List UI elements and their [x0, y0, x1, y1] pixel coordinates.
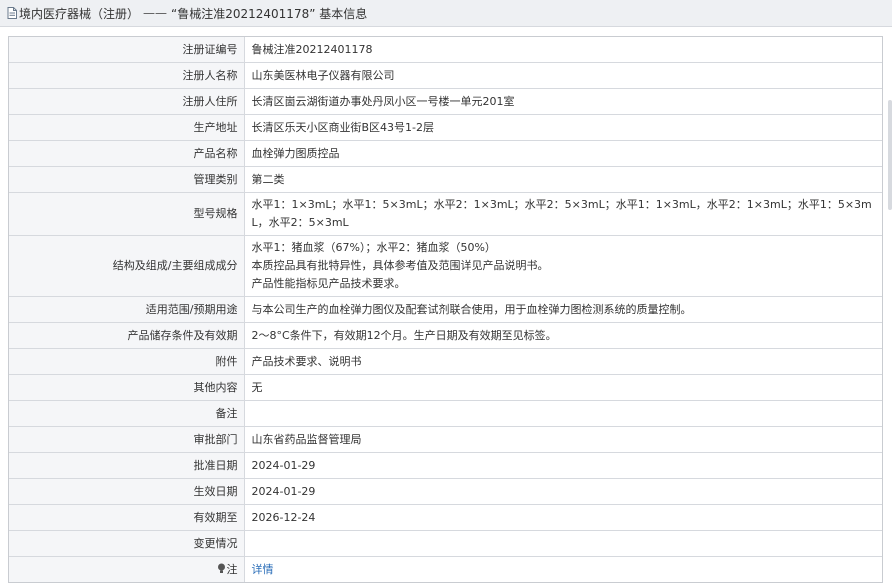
composition-line: 本质控品具有批特异性，具体参考值及范围详见产品说明书。	[251, 259, 549, 272]
field-label: 注册证编号	[9, 37, 245, 63]
field-label: 结构及组成/主要组成成分	[9, 235, 245, 297]
table-row: 产品储存条件及有效期 2～8°C条件下，有效期12个月。生产日期及有效期至见标签…	[9, 322, 882, 349]
field-value: 详情	[244, 557, 882, 583]
table-row: 审批部门 山东省药品监督管理局	[9, 426, 882, 453]
info-table: 注册证编号 鲁械注准20212401178 注册人名称 山东美医林电子仪器有限公…	[9, 37, 882, 582]
field-value: 2～8°C条件下，有效期12个月。生产日期及有效期至见标签。	[244, 322, 882, 349]
field-label: 注册人名称	[9, 62, 245, 89]
header-category: 境内医疗器械（注册）	[19, 6, 140, 21]
field-label: 生效日期	[9, 478, 245, 505]
field-label: 有效期至	[9, 504, 245, 531]
table-row: 变更情况	[9, 530, 882, 557]
page-header: 境内医疗器械（注册） —— “鲁械注准20212401178” 基本信息	[0, 0, 892, 27]
field-value	[244, 530, 882, 557]
field-value: 第二类	[244, 166, 882, 193]
table-row: 注册人住所 长清区崮云湖街道办事处丹凤小区一号楼一单元201室	[9, 88, 882, 115]
field-value: 产品技术要求、说明书	[244, 348, 882, 375]
field-value: 2026-12-24	[244, 504, 882, 531]
table-row: 管理类别 第二类	[9, 166, 882, 193]
field-value: 与本公司生产的血栓弹力图仪及配套试剂联合使用，用于血栓弹力图检测系统的质量控制。	[244, 296, 882, 323]
field-value: 山东省药品监督管理局	[244, 426, 882, 453]
table-row: 注 详情	[9, 556, 882, 583]
field-value: 长清区乐天小区商业街B区43号1-2层	[244, 114, 882, 141]
info-table-container: 注册证编号 鲁械注准20212401178 注册人名称 山东美医林电子仪器有限公…	[8, 36, 883, 583]
field-value: 无	[244, 374, 882, 401]
field-label: 审批部门	[9, 426, 245, 453]
field-value: 鲁械注准20212401178	[244, 37, 882, 63]
table-row: 结构及组成/主要组成成分 水平1：猪血浆（67%）；水平2：猪血浆（50%） 本…	[9, 235, 882, 297]
table-row: 生效日期 2024-01-29	[9, 478, 882, 505]
table-row: 产品名称 血栓弹力图质控品	[9, 140, 882, 167]
field-label: 注	[226, 562, 238, 576]
table-row: 备注	[9, 400, 882, 427]
field-label: 附件	[9, 348, 245, 375]
field-value: 2024-01-29	[244, 478, 882, 505]
field-label: 产品储存条件及有效期	[9, 322, 245, 349]
field-value: 水平1：1×3mL；水平1：5×3mL；水平2：1×3mL；水平2：5×3mL；…	[244, 192, 882, 236]
table-row: 型号规格 水平1：1×3mL；水平1：5×3mL；水平2：1×3mL；水平2：5…	[9, 192, 882, 236]
header-record-title: “鲁械注准20212401178” 基本信息	[171, 6, 368, 21]
table-row: 其他内容 无	[9, 374, 882, 401]
field-value	[244, 400, 882, 427]
field-value: 血栓弹力图质控品	[244, 140, 882, 167]
scrollbar[interactable]	[888, 100, 892, 210]
header-separator: ——	[143, 6, 168, 20]
note-label-cell: 注	[9, 556, 245, 582]
field-label: 变更情况	[9, 530, 245, 557]
table-row: 有效期至 2026-12-24	[9, 504, 882, 531]
table-row: 附件 产品技术要求、说明书	[9, 348, 882, 375]
field-label: 适用范围/预期用途	[9, 296, 245, 323]
table-row: 注册证编号 鲁械注准20212401178	[9, 37, 882, 63]
field-value: 2024-01-29	[244, 452, 882, 479]
field-label: 型号规格	[9, 192, 245, 236]
field-value: 山东美医林电子仪器有限公司	[244, 62, 882, 89]
field-value: 长清区崮云湖街道办事处丹凤小区一号楼一单元201室	[244, 88, 882, 115]
field-label: 生产地址	[9, 114, 245, 141]
field-label: 批准日期	[9, 452, 245, 479]
details-link[interactable]: 详情	[252, 563, 274, 576]
table-row: 适用范围/预期用途 与本公司生产的血栓弹力图仪及配套试剂联合使用，用于血栓弹力图…	[9, 296, 882, 323]
field-label: 备注	[9, 400, 245, 427]
field-value: 水平1：猪血浆（67%）；水平2：猪血浆（50%） 本质控品具有批特异性，具体参…	[244, 235, 882, 297]
field-label: 产品名称	[9, 140, 245, 167]
composition-line: 水平1：猪血浆（67%）；水平2：猪血浆（50%）	[251, 241, 496, 254]
field-label: 注册人住所	[9, 88, 245, 115]
field-label: 其他内容	[9, 374, 245, 401]
document-icon	[7, 7, 17, 19]
table-row: 批准日期 2024-01-29	[9, 452, 882, 479]
lightbulb-icon	[217, 562, 226, 573]
table-row: 注册人名称 山东美医林电子仪器有限公司	[9, 62, 882, 89]
field-label: 管理类别	[9, 166, 245, 193]
table-row: 生产地址 长清区乐天小区商业街B区43号1-2层	[9, 114, 882, 141]
composition-line: 产品性能指标见产品技术要求。	[251, 277, 406, 290]
